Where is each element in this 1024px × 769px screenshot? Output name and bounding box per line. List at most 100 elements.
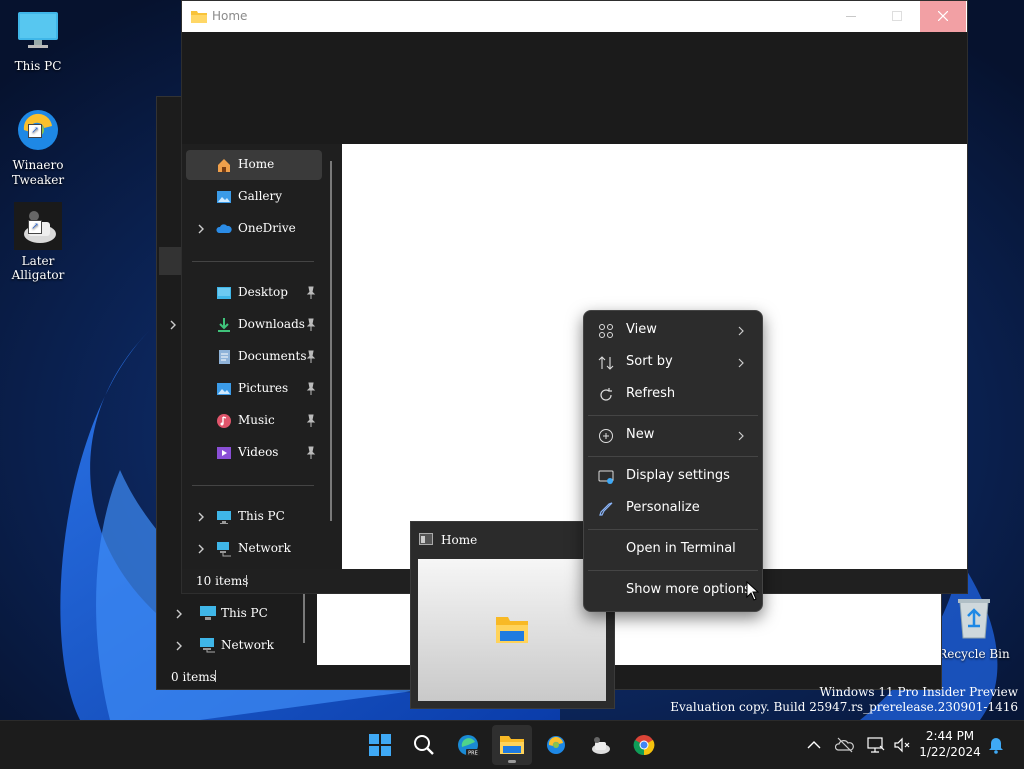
taskbar-edge-button[interactable]: PRE (448, 725, 488, 765)
taskbar-file-explorer-button[interactable] (492, 725, 532, 765)
network-icon (217, 542, 231, 557)
minimize-button[interactable] (828, 1, 874, 32)
chevron-right-icon[interactable] (173, 640, 185, 652)
onedrive-offline-icon[interactable] (835, 735, 855, 755)
desktop-icon-this-pc[interactable]: This PC (0, 8, 76, 73)
back-sidebar-item-network[interactable]: Network (167, 630, 307, 660)
sidebar-item-music[interactable]: Music (186, 406, 322, 436)
pin-icon[interactable] (304, 286, 318, 300)
desktop-folder-icon (217, 287, 231, 299)
maximize-button[interactable] (874, 1, 920, 32)
watermark-line: Evaluation copy. Build 25947.rs_prerelea… (670, 700, 1018, 714)
menu-separator (588, 570, 758, 571)
title-bar[interactable]: Home (182, 1, 967, 32)
gallery-icon (217, 191, 231, 203)
pin-icon[interactable] (304, 350, 318, 364)
sidebar-item-label: Desktop (238, 285, 288, 299)
chevron-right-icon (738, 326, 744, 336)
chrome-icon (633, 735, 655, 756)
menu-item-refresh[interactable]: Refresh (588, 379, 758, 411)
desktop-icon-label: Later Alligator (11, 254, 65, 282)
thumbnail-window-preview[interactable] (418, 559, 606, 701)
watermark-line: Windows 11 Pro Insider Preview (819, 685, 1018, 699)
chevron-right-icon[interactable] (194, 222, 208, 236)
search-icon (414, 735, 434, 755)
desktop-icon-later-alligator[interactable]: ↗ Later Alligator (0, 202, 76, 282)
document-icon (219, 350, 230, 364)
sidebar-item-home[interactable]: Home (186, 150, 322, 180)
menu-item-display-settings[interactable]: Display settings (588, 461, 758, 493)
minimize-icon (846, 16, 856, 17)
grid-icon (599, 324, 613, 338)
volume-muted-icon[interactable] (892, 735, 912, 755)
sidebar-item-desktop[interactable]: Desktop (186, 278, 322, 308)
menu-separator (588, 415, 758, 416)
notification-bell-icon[interactable] (986, 735, 1006, 755)
edge-preview-icon: PRE (458, 735, 480, 757)
explorer-window[interactable]: Home Home Gallery OneDrive Desktop Downl… (181, 0, 968, 594)
sidebar-item-pictures[interactable]: Pictures (186, 374, 322, 404)
desktop-icon-winaero-tweaker[interactable]: ↗ Winaero Tweaker (0, 106, 76, 188)
sort-icon (598, 356, 614, 370)
back-sidebar-item-this-pc[interactable]: This PC (167, 598, 307, 628)
navigation-pane[interactable]: Home Gallery OneDrive Desktop Downloads … (182, 144, 342, 569)
pin-icon[interactable] (304, 318, 318, 332)
menu-item-sort-by[interactable]: Sort by (588, 347, 758, 379)
chevron-right-icon (738, 431, 744, 441)
shortcut-arrow-icon: ↗ (28, 124, 42, 138)
pin-icon[interactable] (304, 414, 318, 428)
pin-icon[interactable] (304, 382, 318, 396)
taskbar-winaero-button[interactable] (536, 725, 576, 765)
pin-icon[interactable] (304, 446, 318, 460)
sidebar-item-downloads[interactable]: Downloads (186, 310, 322, 340)
chevron-right-icon[interactable] (194, 510, 208, 524)
sidebar-item-gallery[interactable]: Gallery (186, 182, 322, 212)
sidebar-item-documents[interactable]: Documents (186, 342, 322, 372)
add-circle-icon (599, 429, 613, 443)
network-wired-icon[interactable] (866, 735, 886, 755)
menu-item-new[interactable]: New (588, 420, 758, 452)
alligator-icon (592, 737, 610, 754)
sidebar-item-this-pc[interactable]: This PC (186, 502, 322, 532)
menu-item-label: View (626, 322, 657, 337)
sidebar-item-label: Documents (238, 349, 307, 363)
item-count: 10 items (196, 574, 249, 588)
chevron-right-icon[interactable] (173, 608, 185, 620)
desktop-context-menu[interactable]: View Sort by Refresh New Display setting… (583, 310, 763, 612)
sidebar-item-network[interactable]: Network (186, 534, 322, 564)
clock-date: 1/22/2024 (919, 745, 981, 759)
refresh-icon (600, 388, 612, 401)
desktop-icon-label: Winaero Tweaker (11, 158, 65, 187)
svg-text:PRE: PRE (468, 751, 478, 757)
home-icon (218, 159, 230, 172)
chevron-right-icon[interactable] (167, 319, 179, 331)
chevron-right-icon[interactable] (194, 542, 208, 556)
back-scrollbar[interactable] (303, 593, 305, 643)
folder-icon (191, 11, 207, 23)
menu-item-label: Display settings (626, 468, 730, 483)
back-sidebar-label: This PC (221, 606, 268, 620)
taskbar-later-alligator-button[interactable] (580, 725, 620, 765)
file-explorer-icon (496, 617, 528, 643)
running-indicator (508, 760, 516, 763)
sidebar-item-label: Gallery (238, 189, 283, 203)
sidebar-item-onedrive[interactable]: OneDrive (186, 214, 322, 244)
windows-logo-icon (369, 734, 391, 756)
menu-item-open-in-terminal[interactable]: Open in Terminal (588, 534, 758, 566)
sidebar-item-videos[interactable]: Videos (186, 438, 322, 468)
menu-item-show-more-options[interactable]: Show more options (588, 575, 758, 607)
navigation-scrollbar[interactable] (330, 161, 332, 521)
chevron-up-icon[interactable] (804, 735, 824, 755)
menu-item-view[interactable]: View (588, 315, 758, 347)
maximize-icon (892, 11, 902, 21)
taskbar-chrome-button[interactable] (624, 725, 664, 765)
menu-item-personalize[interactable]: Personalize (588, 493, 758, 525)
mouse-cursor-icon (746, 581, 760, 601)
system-clock[interactable]: 2:44 PM 1/22/2024 (918, 728, 982, 760)
menu-item-label: New (626, 427, 655, 442)
close-button[interactable] (920, 1, 966, 32)
desktop-icon-recycle-bin[interactable]: Recycle Bin (936, 596, 1012, 661)
start-button[interactable] (360, 725, 400, 765)
search-button[interactable] (404, 725, 444, 765)
desktop-icon-label: This PC (14, 59, 62, 73)
